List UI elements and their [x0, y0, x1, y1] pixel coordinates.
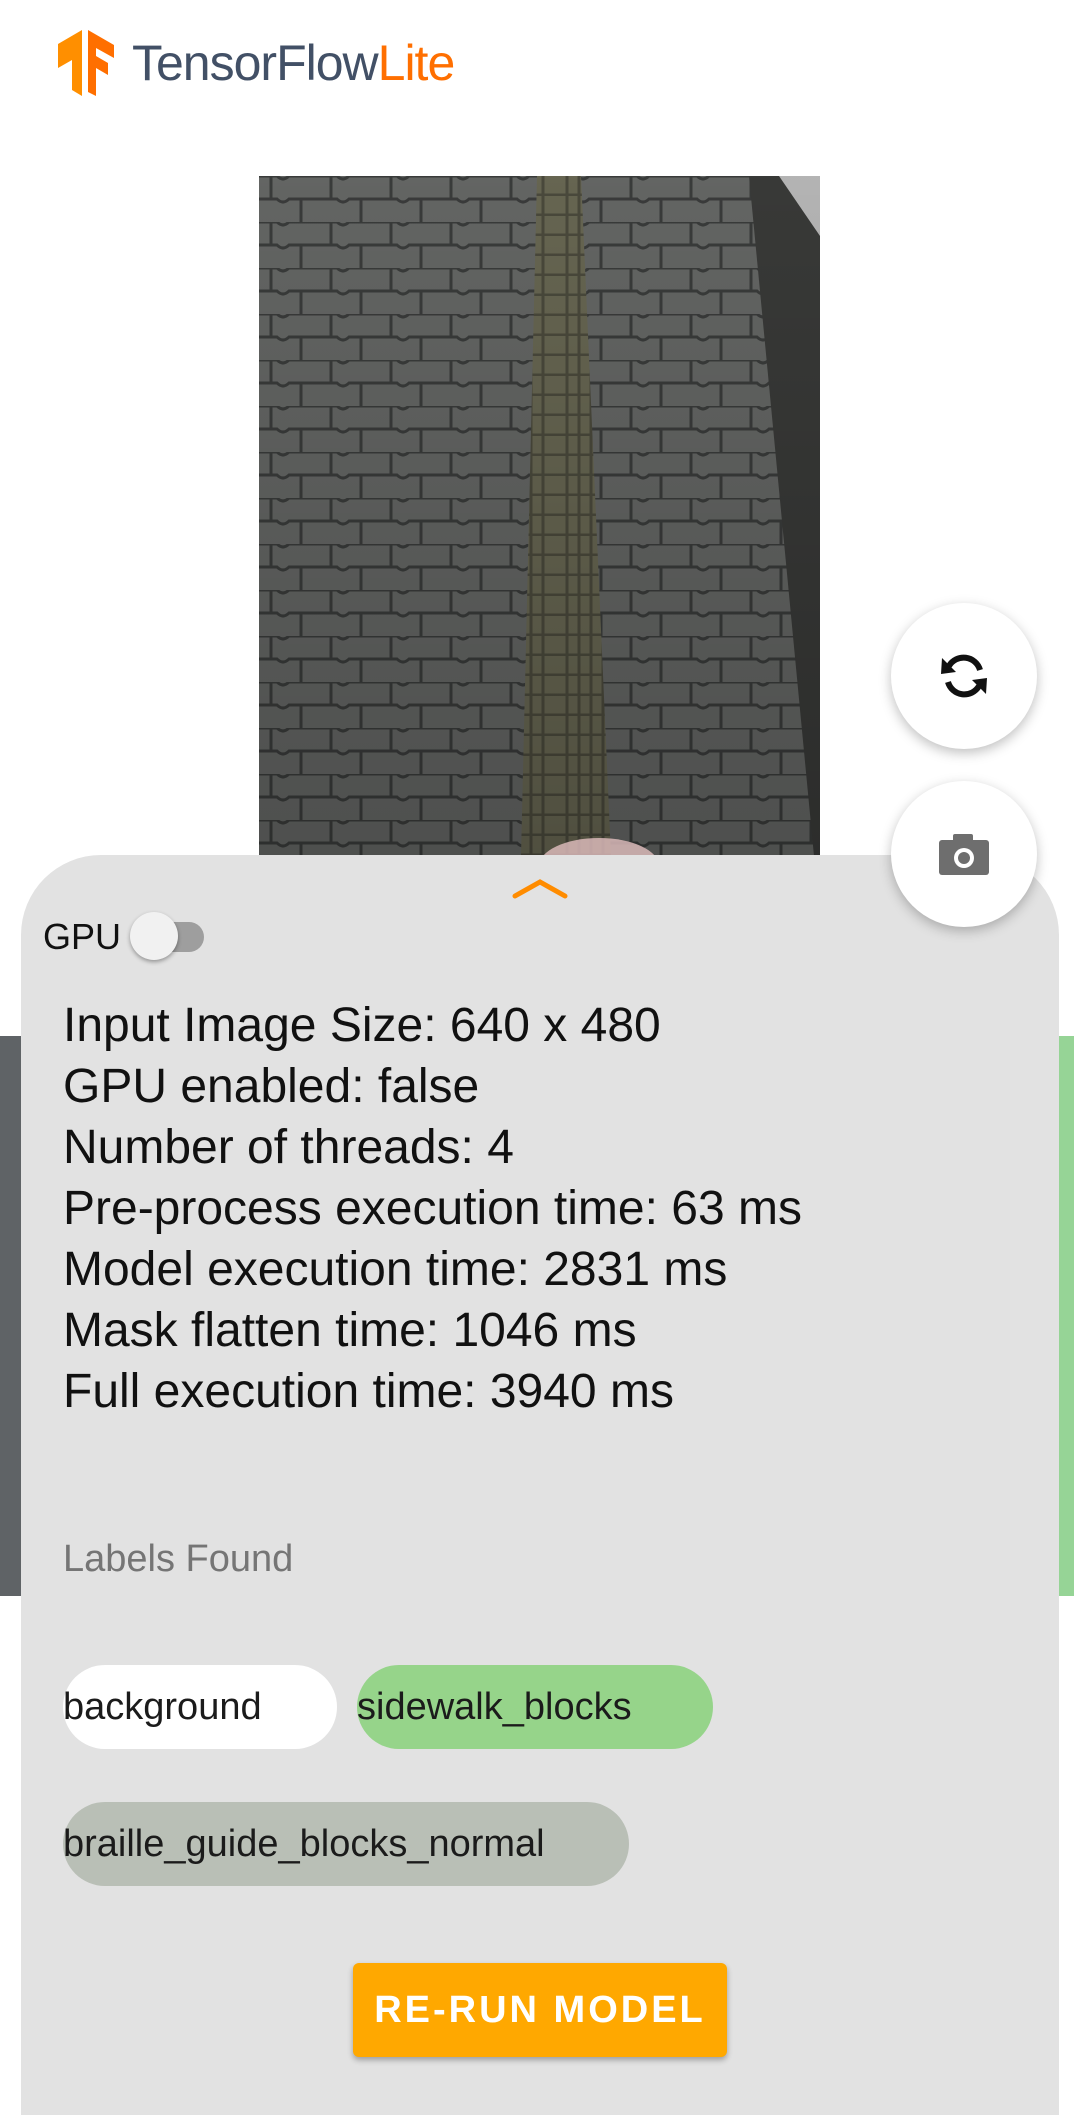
stat-preprocess-time: Pre-process execution time: 63 ms [63, 1182, 802, 1235]
app-header: TensorFlowLite [0, 0, 1074, 130]
gpu-toggle-thumb [130, 912, 178, 960]
capture-button[interactable] [891, 781, 1037, 927]
stat-full-time: Full execution time: 3940 ms [63, 1365, 674, 1418]
inference-stats: Input Image Size: 640 x 480 GPU enabled:… [63, 995, 802, 1422]
camera-icon [939, 834, 989, 875]
label-chip-background: background [63, 1665, 337, 1749]
label-chip-braille-guide-blocks: braille_guide_blocks_normal [63, 1802, 629, 1886]
gpu-toggle[interactable] [128, 911, 208, 961]
sync-arrows-icon [941, 654, 987, 698]
segmentation-overlay-right [1058, 1036, 1074, 1596]
brand-primary-text: TensorFlow [132, 35, 379, 91]
switch-camera-button[interactable] [891, 603, 1037, 749]
segmentation-overlay-left [0, 1036, 22, 1596]
stat-mask-flatten-time: Mask flatten time: 1046 ms [63, 1304, 637, 1357]
gpu-label: GPU [43, 916, 122, 957]
label-chip-sidewalk-blocks: sidewalk_blocks [357, 1665, 713, 1749]
stat-gpu-enabled: GPU enabled: false [63, 1060, 480, 1113]
stat-threads: Number of threads: 4 [63, 1121, 514, 1174]
bottom-sheet: GPU Input Image Size: 640 x 480 GPU enab… [21, 855, 1059, 2115]
chevron-up-icon[interactable] [512, 877, 568, 899]
app-title: TensorFlowLite [132, 30, 456, 96]
stat-input-image-size: Input Image Size: 640 x 480 [63, 999, 661, 1052]
camera-preview-image [259, 176, 820, 856]
labels-found-heading: Labels Found [63, 1538, 294, 1580]
brand-secondary-text: Lite [377, 35, 456, 91]
stat-model-time: Model execution time: 2831 ms [63, 1243, 728, 1296]
tensorflow-logo-icon [58, 30, 114, 96]
rerun-model-button[interactable]: RE-RUN MODEL [353, 1963, 727, 2057]
